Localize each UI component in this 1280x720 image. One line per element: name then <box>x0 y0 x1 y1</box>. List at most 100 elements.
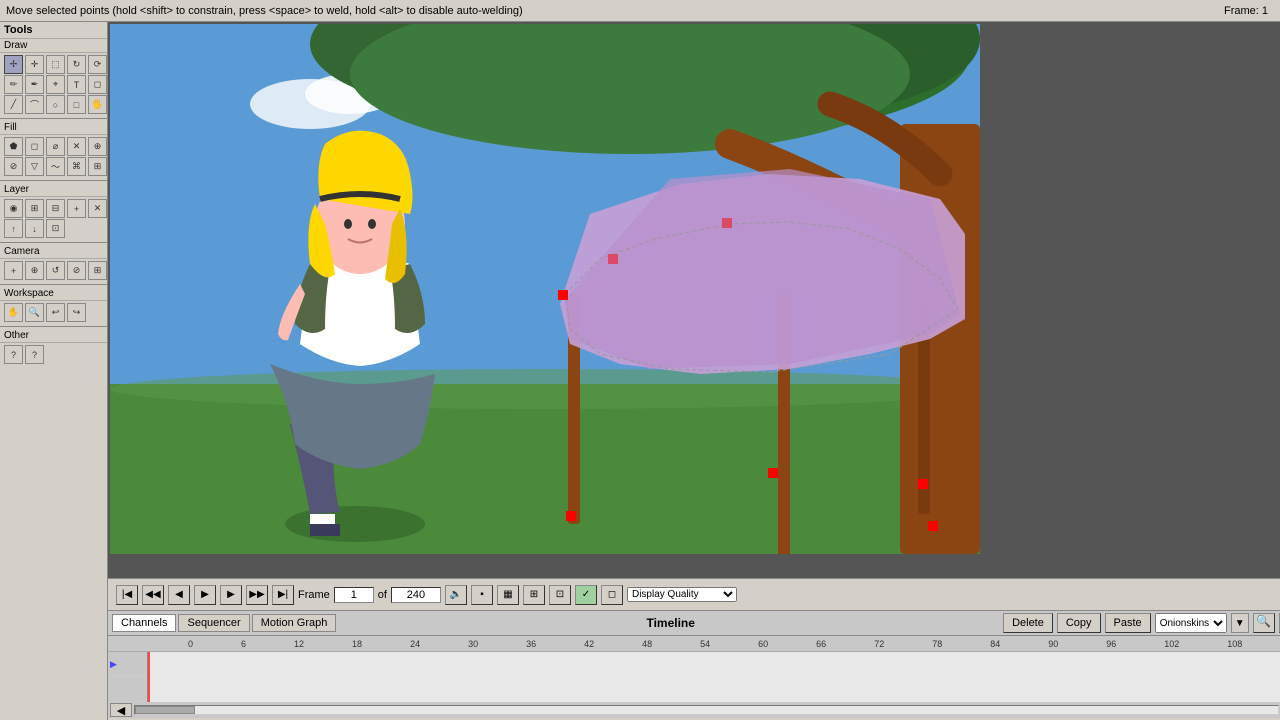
pencil-tool[interactable]: ✒ <box>25 75 44 94</box>
shape-tool[interactable]: ◻ <box>88 75 107 94</box>
gradient-tool[interactable]: ▽ <box>25 157 44 176</box>
cam-reset-tool[interactable]: ⊞ <box>88 261 107 280</box>
ws-hand-tool[interactable]: ✋ <box>4 303 23 322</box>
ruler-mark-96: 96 <box>1106 639 1116 649</box>
cam-rot-tool[interactable]: ↺ <box>46 261 65 280</box>
ws-zoom-tool[interactable]: 🔍 <box>25 303 44 322</box>
wave-tool[interactable]: 〜 <box>46 157 65 176</box>
track-content[interactable] <box>148 652 1280 702</box>
timeline-actions: Delete Copy Paste Onionskins ▼ 🔍 🔍 <box>1003 613 1280 633</box>
other-tool-1[interactable]: ? <box>4 345 23 364</box>
view1-btn[interactable]: ▪ <box>471 585 493 605</box>
ruler-mark-18: 18 <box>352 639 362 649</box>
other-tool-2[interactable]: ? <box>25 345 44 364</box>
layer-up-tool[interactable]: ↑ <box>4 219 23 238</box>
color-pick-tool[interactable]: ✕ <box>67 137 86 156</box>
ruler-mark-42: 42 <box>584 639 594 649</box>
scale-tool[interactable]: ⬚ <box>46 55 65 74</box>
arc-tool[interactable]: ⌒ <box>25 95 44 114</box>
view3-btn[interactable]: ⊞ <box>523 585 545 605</box>
timeline-panel: Channels Sequencer Motion Graph Timeline… <box>108 610 1280 720</box>
timeline-scrollthumb[interactable] <box>135 706 195 714</box>
oval-tool[interactable]: ○ <box>46 95 65 114</box>
scene-canvas[interactable] <box>110 24 980 554</box>
layer-eye-tool[interactable]: ◉ <box>4 199 23 218</box>
select-tool[interactable]: ✢ <box>4 55 23 74</box>
frame-input[interactable] <box>334 587 374 603</box>
layer-dn-tool[interactable]: ↓ <box>25 219 44 238</box>
ruler-mark-24: 24 <box>410 639 420 649</box>
ws-fwd-tool[interactable]: ↪ <box>67 303 86 322</box>
audio-btn[interactable]: 🔈 <box>445 585 467 605</box>
pen-tool[interactable]: ✏ <box>4 75 23 94</box>
view2-btn[interactable]: ▦ <box>497 585 519 605</box>
cam-pan-tool[interactable]: ⊘ <box>67 261 86 280</box>
layer-del-tool[interactable]: ✕ <box>88 199 107 218</box>
ws-back-tool[interactable]: ↩ <box>46 303 65 322</box>
ruler-mark-66: 66 <box>816 639 826 649</box>
layer-add-tool[interactable]: + <box>67 199 86 218</box>
status-message: Move selected points (hold <shift> to co… <box>6 5 523 17</box>
ruler-mark-84: 84 <box>990 639 1000 649</box>
onionskin-expand-btn[interactable]: ▼ <box>1231 613 1249 633</box>
transform-tool[interactable]: ⟳ <box>88 55 107 74</box>
display-quality-select[interactable]: Display Quality <box>627 587 737 602</box>
tab-channels[interactable]: Channels <box>112 614 176 632</box>
tab-motion-graph[interactable]: Motion Graph <box>252 614 337 632</box>
layer-grp-tool[interactable]: ⊡ <box>46 219 65 238</box>
free-tool[interactable]: 🖐 <box>88 95 107 114</box>
ruler-mark-108: 108 <box>1227 639 1242 649</box>
fill-section-label: Fill <box>0 121 107 135</box>
timeline-delete-btn[interactable]: Delete <box>1003 613 1053 633</box>
paint-tool[interactable]: ⌀ <box>46 137 65 156</box>
timeline-tabs-bar: Channels Sequencer Motion Graph Timeline… <box>108 611 1280 636</box>
rect-tool[interactable]: □ <box>67 95 86 114</box>
ruler-mark-48: 48 <box>642 639 652 649</box>
eraser-tool[interactable]: ◻ <box>25 137 44 156</box>
rotate-tool[interactable]: ↻ <box>67 55 86 74</box>
fill-tool[interactable]: ⬟ <box>4 137 23 156</box>
go-start-btn[interactable]: |◀ <box>116 585 138 605</box>
line-tool[interactable]: ╱ <box>4 95 23 114</box>
go-end-btn[interactable]: ▶| <box>272 585 294 605</box>
workspace-tools: ✋ 🔍 ↩ ↪ <box>0 301 107 324</box>
cam-move-tool[interactable]: + <box>4 261 23 280</box>
next-frame-btn[interactable]: ▶ <box>220 585 242 605</box>
timeline-scrolltrack[interactable] <box>134 705 1279 715</box>
check-btn[interactable]: ✓ <box>575 585 597 605</box>
next-key-btn[interactable]: ▶▶ <box>246 585 268 605</box>
track-label-row-1: ▶ <box>108 652 147 677</box>
scroll-left-btn[interactable]: ◀ <box>110 703 132 717</box>
track-labels: ▶ <box>108 652 148 702</box>
dropper-tool[interactable]: ⊘ <box>4 157 23 176</box>
onionskins-select[interactable]: Onionskins <box>1155 613 1227 633</box>
cam-zoom-tool[interactable]: ⊕ <box>25 261 44 280</box>
layer-copy-tool[interactable]: ⊟ <box>46 199 65 218</box>
of-label: of <box>378 589 387 601</box>
ruler-mark-90: 90 <box>1048 639 1058 649</box>
fill-tools: ⬟ ◻ ⌀ ✕ ⊕ ⊘ ▽ 〜 ⌘ ⊞ <box>0 135 107 178</box>
tools-header: Tools <box>0 22 107 39</box>
canvas-area[interactable]: |◀ ◀◀ ◀ ▶ ▶ ▶▶ ▶| Frame of 🔈 ▪ ▦ ⊞ ⊡ ✓ ◻… <box>108 22 1280 610</box>
prev-frame-btn[interactable]: ◀ <box>168 585 190 605</box>
zigzag-tool[interactable]: ⌘ <box>67 157 86 176</box>
mark-btn[interactable]: ◻ <box>601 585 623 605</box>
status-bar: Move selected points (hold <shift> to co… <box>0 0 1280 22</box>
brush-tool[interactable]: ⌖ <box>46 75 65 94</box>
text-tool[interactable]: T <box>67 75 86 94</box>
prev-key-btn[interactable]: ◀◀ <box>142 585 164 605</box>
camera-section-label: Camera <box>0 245 107 259</box>
layer-lock-tool[interactable]: ⊞ <box>25 199 44 218</box>
frame-label: Frame <box>298 589 330 601</box>
timeline-zoom-out-btn[interactable]: 🔍 <box>1253 613 1275 633</box>
timeline-copy-btn[interactable]: Copy <box>1057 613 1101 633</box>
magnify-tool[interactable]: ⊕ <box>88 137 107 156</box>
view4-btn[interactable]: ⊡ <box>549 585 571 605</box>
move-tool[interactable]: ✛ <box>25 55 44 74</box>
timeline-paste-btn[interactable]: Paste <box>1105 613 1151 633</box>
noise-tool[interactable]: ⊞ <box>88 157 107 176</box>
total-frames-input[interactable] <box>391 587 441 603</box>
tools-panel: Tools Draw ✢ ✛ ⬚ ↻ ⟳ ✏ ✒ ⌖ T ◻ ╱ ⌒ ○ □ 🖐… <box>0 22 108 720</box>
play-btn[interactable]: ▶ <box>194 585 216 605</box>
tab-sequencer[interactable]: Sequencer <box>178 614 249 632</box>
